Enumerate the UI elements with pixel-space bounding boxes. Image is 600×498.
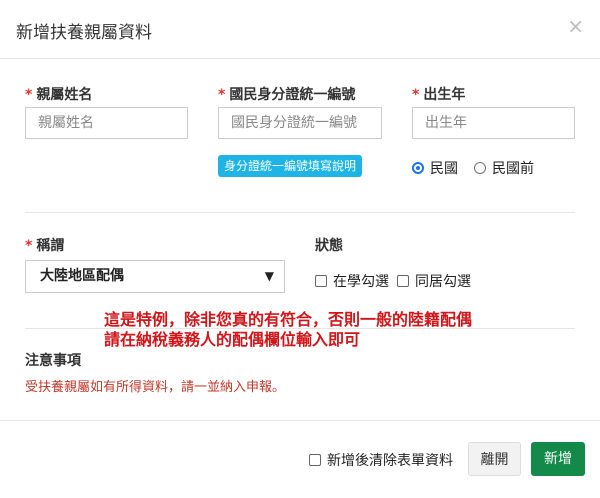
annotation-line-1: 這是特例，除非您真的有符合，否則一般的陸籍配偶 <box>104 310 473 329</box>
divider <box>0 420 600 421</box>
relation-label: * 稱謂 <box>25 238 65 254</box>
leave-button[interactable]: 離開 <box>468 442 521 476</box>
divider <box>25 212 575 213</box>
id-label: * 國民身分證統一編號 <box>218 87 356 103</box>
checkbox-icon <box>397 275 409 287</box>
notes-text: 受扶養親屬如有所得資料，請一並納入申報。 <box>25 380 286 395</box>
era-radio-roc[interactable]: 民國 <box>412 158 458 178</box>
birth-year-label: * 出生年 <box>412 87 466 103</box>
clear-after-add-checkbox[interactable]: 新增後清除表單資料 <box>309 450 453 470</box>
cohabit-checkbox[interactable]: 同居勾選 <box>397 271 471 291</box>
id-help-button[interactable]: 身分證統一編號填寫說明 <box>218 155 362 177</box>
annotation-line-2: 請在納稅義務人的配偶欄位輸入即可 <box>104 330 361 349</box>
relation-select[interactable]: 大陸地區配偶 ▼ <box>25 260 285 293</box>
era-radio-pre-roc[interactable]: 民國前 <box>474 158 534 178</box>
dialog-title: 新增扶養親屬資料 <box>16 23 152 43</box>
in-school-checkbox[interactable]: 在學勾選 <box>315 271 389 291</box>
radio-checked-icon <box>412 162 424 174</box>
name-label: * 親屬姓名 <box>25 87 93 103</box>
close-icon[interactable]: × <box>567 14 584 38</box>
add-button[interactable]: 新增 <box>531 442 585 476</box>
id-input[interactable] <box>218 107 382 139</box>
name-input[interactable] <box>25 107 188 139</box>
birth-year-input[interactable] <box>412 107 575 139</box>
notes-title: 注意事項 <box>25 353 81 369</box>
checkbox-icon <box>315 275 327 287</box>
divider <box>0 58 600 59</box>
checkbox-icon <box>309 454 321 466</box>
chevron-down-icon: ▼ <box>264 269 274 283</box>
status-label: 狀態 <box>315 238 343 254</box>
radio-unchecked-icon <box>474 162 486 174</box>
